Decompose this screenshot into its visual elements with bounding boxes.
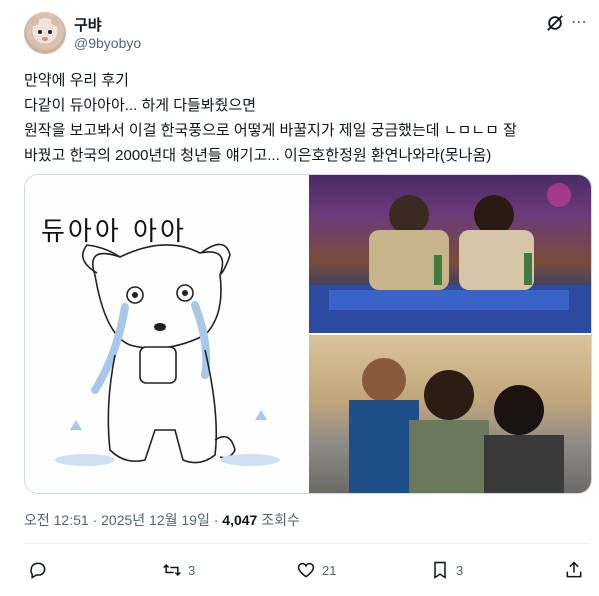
tweet: 구뱌 @9byobyo ⋯ 만약에 우리 후기 다같이 듀아아아... 하게 다… bbox=[0, 0, 599, 596]
like-icon bbox=[297, 562, 315, 578]
retweet-button[interactable]: 3 bbox=[162, 560, 195, 580]
share-icon bbox=[566, 561, 582, 578]
media-grid: 듀아아 아아 bbox=[24, 174, 592, 494]
bookmark-button[interactable]: 3 bbox=[430, 560, 463, 580]
divider bbox=[24, 543, 590, 544]
reply-button[interactable] bbox=[28, 560, 54, 580]
couple-photo-shapes bbox=[309, 183, 591, 333]
tweet-meta: 오전 12:51 · 2025년 12월 19일 · 4,047 조회수 bbox=[24, 510, 300, 530]
like-count: 21 bbox=[322, 562, 337, 578]
grok-icon[interactable] bbox=[546, 14, 564, 32]
still-photo-trio[interactable] bbox=[309, 335, 591, 493]
author-handle[interactable]: @9byobyo bbox=[74, 35, 141, 51]
like-button[interactable]: 21 bbox=[296, 560, 336, 580]
trio-photo-shapes bbox=[349, 358, 564, 493]
more-icon[interactable]: ⋯ bbox=[571, 12, 588, 32]
share-button[interactable] bbox=[564, 560, 584, 580]
views-count: 4,047 bbox=[222, 512, 258, 528]
reply-icon bbox=[30, 562, 46, 579]
bookmark-count: 3 bbox=[456, 562, 464, 578]
retweet-count: 3 bbox=[188, 562, 196, 578]
still-photo-couple[interactable] bbox=[309, 175, 591, 333]
action-bar: 3 21 3 bbox=[24, 560, 590, 584]
avatar[interactable] bbox=[24, 12, 66, 54]
timestamp[interactable]: 오전 12:51 · 2025년 12월 19일 · bbox=[24, 512, 222, 528]
bookmark-icon bbox=[434, 561, 446, 579]
tweet-text: 만약에 우리 후기 다같이 듀아아아... 하게 다들봐줬으면 원작을 보고봐서… bbox=[24, 72, 517, 164]
retweet-icon bbox=[163, 563, 181, 577]
drawing-image[interactable]: 듀아아 아아 bbox=[25, 175, 309, 493]
views-label: 조회수 bbox=[257, 512, 300, 528]
crying-dog-drawing bbox=[55, 243, 280, 466]
author-display-name[interactable]: 구뱌 bbox=[74, 14, 102, 35]
